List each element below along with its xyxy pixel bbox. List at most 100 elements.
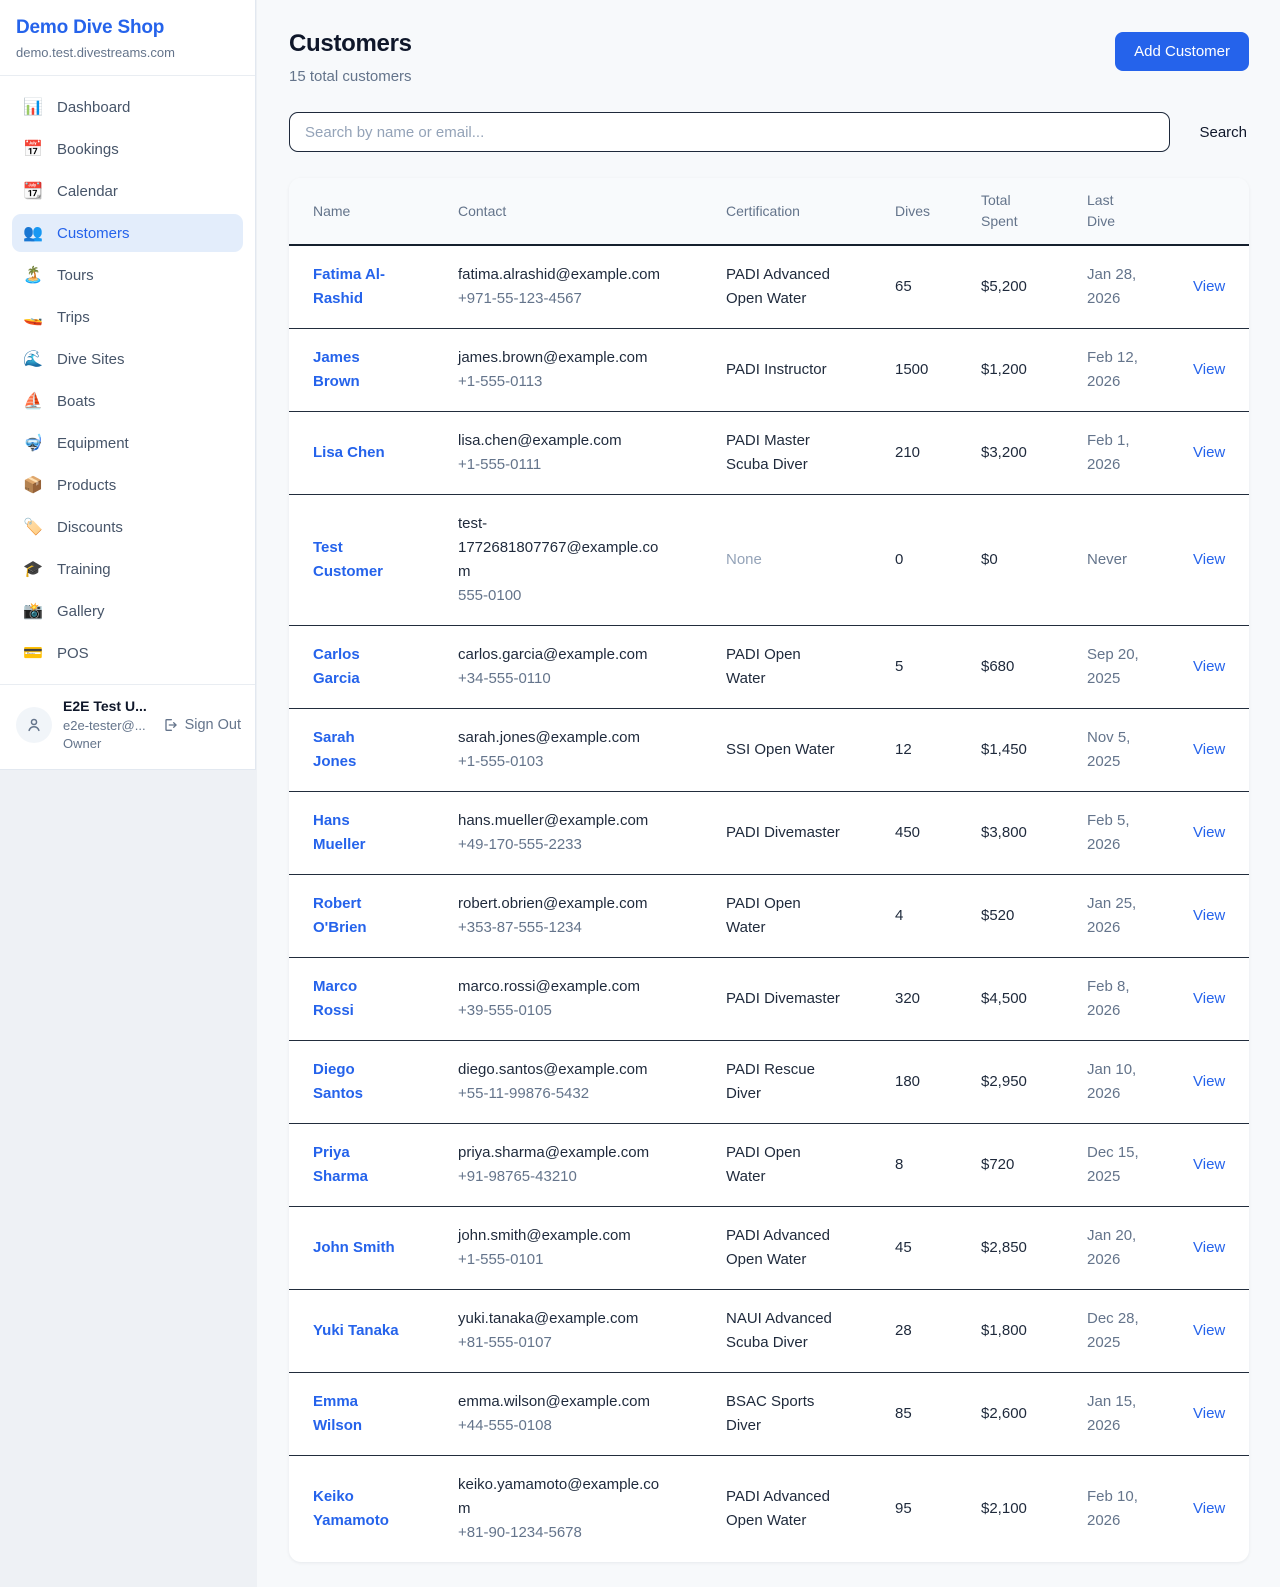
customer-phone: +1-555-0103 <box>458 750 670 774</box>
table-row: Sarah Jonessarah.jones@example.com+1-555… <box>289 709 1249 792</box>
sidebar-item-equipment[interactable]: 🤿Equipment <box>12 424 243 462</box>
sidebar-item-trips[interactable]: 🚤Trips <box>12 298 243 336</box>
table-row: Carlos Garciacarlos.garcia@example.com+3… <box>289 626 1249 709</box>
table-row: Hans Muellerhans.mueller@example.com+49-… <box>289 792 1249 875</box>
view-customer-link[interactable]: View <box>1193 444 1225 461</box>
shop-title: Demo Dive Shop <box>16 17 239 39</box>
customer-email: diego.santos@example.com <box>458 1058 670 1082</box>
customer-name-link[interactable]: Carlos Garcia <box>289 626 458 709</box>
view-customer-link[interactable]: View <box>1193 990 1225 1007</box>
sign-out-button[interactable]: Sign Out <box>162 717 241 733</box>
sidebar-item-dive-sites[interactable]: 🌊Dive Sites <box>12 340 243 378</box>
sidebar-item-training[interactable]: 🎓Training <box>12 550 243 588</box>
customer-last-dive: Never <box>1087 495 1193 626</box>
page-subtitle: 15 total customers <box>289 68 412 85</box>
customer-email: fatima.alrashid@example.com <box>458 263 670 287</box>
view-customer-link[interactable]: View <box>1193 1156 1225 1173</box>
sidebar-item-discounts[interactable]: 🏷️Discounts <box>12 508 243 546</box>
sidebar-item-pos[interactable]: 💳POS <box>12 634 243 672</box>
view-customer-link[interactable]: View <box>1193 1405 1225 1422</box>
search-button[interactable]: Search <box>1197 116 1249 149</box>
view-customer-link[interactable]: View <box>1193 658 1225 675</box>
view-customer-link[interactable]: View <box>1193 1239 1225 1256</box>
customers-table: NameContactCertificationDivesTotal Spent… <box>289 178 1249 1562</box>
sidebar-item-label: POS <box>57 645 89 662</box>
bar-chart-icon: 📊 <box>22 97 44 117</box>
customer-total-spent: $680 <box>981 626 1087 709</box>
view-customer-link[interactable]: View <box>1193 1500 1225 1517</box>
sidebar-item-dashboard[interactable]: 📊 Dashboard <box>12 88 243 126</box>
view-customer-link[interactable]: View <box>1193 824 1225 841</box>
customer-email: priya.sharma@example.com <box>458 1141 670 1165</box>
page-title: Customers <box>289 30 412 58</box>
add-customer-button[interactable]: Add Customer <box>1115 32 1249 71</box>
customer-name-link[interactable]: Hans Mueller <box>289 792 458 875</box>
customer-total-spent: $2,850 <box>981 1207 1087 1290</box>
customer-name-link[interactable]: Test Customer <box>289 495 458 626</box>
column-header-dives: Dives <box>895 178 981 245</box>
wave-icon: 🌊 <box>22 349 44 369</box>
customer-contact: hans.mueller@example.com+49-170-555-2233 <box>458 792 726 875</box>
customer-contact: lisa.chen@example.com+1-555-0111 <box>458 412 726 495</box>
customer-name-link[interactable]: Emma Wilson <box>289 1373 458 1456</box>
customer-name-link[interactable]: Diego Santos <box>289 1041 458 1124</box>
table-row: Test Customertest-1772681807767@example.… <box>289 495 1249 626</box>
customer-phone: +39-555-0105 <box>458 999 670 1023</box>
customer-name-link[interactable]: Priya Sharma <box>289 1124 458 1207</box>
customer-last-dive: Sep 20, 2025 <box>1087 626 1193 709</box>
search-input[interactable] <box>289 112 1170 152</box>
customer-dives: 8 <box>895 1124 981 1207</box>
sidebar-item-gallery[interactable]: 📸Gallery <box>12 592 243 630</box>
customer-dives: 85 <box>895 1373 981 1456</box>
customer-last-dive: Jan 25, 2026 <box>1087 875 1193 958</box>
sidebar-item-products[interactable]: 📦Products <box>12 466 243 504</box>
customer-email: james.brown@example.com <box>458 346 670 370</box>
customer-name-link[interactable]: Robert O'Brien <box>289 875 458 958</box>
customer-certification: PADI Rescue Diver <box>726 1041 895 1124</box>
customer-name-link[interactable]: Yuki Tanaka <box>289 1290 458 1373</box>
customer-total-spent: $1,450 <box>981 709 1087 792</box>
sidebar-item-boats[interactable]: ⛵Boats <box>12 382 243 420</box>
sidebar-item-label: Bookings <box>57 141 119 158</box>
customer-name-link[interactable]: Fatima Al-Rashid <box>289 245 458 329</box>
customer-name-link[interactable]: Sarah Jones <box>289 709 458 792</box>
sidebar-item-label: Equipment <box>57 435 129 452</box>
view-customer-link[interactable]: View <box>1193 278 1225 295</box>
sidebar-item-bookings[interactable]: 📅Bookings <box>12 130 243 168</box>
customer-name-link[interactable]: Keiko Yamamoto <box>289 1456 458 1563</box>
main-content: Customers 15 total customers Add Custome… <box>257 0 1280 1587</box>
sidebar-item-tours[interactable]: 🏝️Tours <box>12 256 243 294</box>
view-customer-link[interactable]: View <box>1193 741 1225 758</box>
customer-contact: sarah.jones@example.com+1-555-0103 <box>458 709 726 792</box>
customer-action-cell: View <box>1193 626 1249 709</box>
sidebar-item-label: Training <box>57 561 111 578</box>
table-row: Diego Santosdiego.santos@example.com+55-… <box>289 1041 1249 1124</box>
view-customer-link[interactable]: View <box>1193 907 1225 924</box>
customer-dives: 12 <box>895 709 981 792</box>
customer-contact: robert.obrien@example.com+353-87-555-123… <box>458 875 726 958</box>
customer-name-link[interactable]: John Smith <box>289 1207 458 1290</box>
sidebar-item-customers[interactable]: 👥Customers <box>12 214 243 252</box>
customer-total-spent: $3,200 <box>981 412 1087 495</box>
view-customer-link[interactable]: View <box>1193 1322 1225 1339</box>
customer-action-cell: View <box>1193 245 1249 329</box>
sidebar-item-calendar[interactable]: 📆Calendar <box>12 172 243 210</box>
customer-name-link[interactable]: James Brown <box>289 329 458 412</box>
page-header-text: Customers 15 total customers <box>289 30 412 85</box>
customer-total-spent: $3,800 <box>981 792 1087 875</box>
sidebar-item-label: Dashboard <box>57 99 130 116</box>
column-header-contact: Contact <box>458 178 726 245</box>
user-email: e2e-tester@... <box>63 718 151 734</box>
column-header-certification: Certification <box>726 178 895 245</box>
column-header-actions <box>1193 178 1249 245</box>
view-customer-link[interactable]: View <box>1193 1073 1225 1090</box>
customer-last-dive: Jan 15, 2026 <box>1087 1373 1193 1456</box>
customer-name-link[interactable]: Lisa Chen <box>289 412 458 495</box>
customer-action-cell: View <box>1193 709 1249 792</box>
view-customer-link[interactable]: View <box>1193 551 1225 568</box>
customer-certification: PADI Open Water <box>726 1124 895 1207</box>
customer-contact: test-1772681807767@example.com555-0100 <box>458 495 726 626</box>
customer-name-link[interactable]: Marco Rossi <box>289 958 458 1041</box>
customer-contact: john.smith@example.com+1-555-0101 <box>458 1207 726 1290</box>
view-customer-link[interactable]: View <box>1193 361 1225 378</box>
